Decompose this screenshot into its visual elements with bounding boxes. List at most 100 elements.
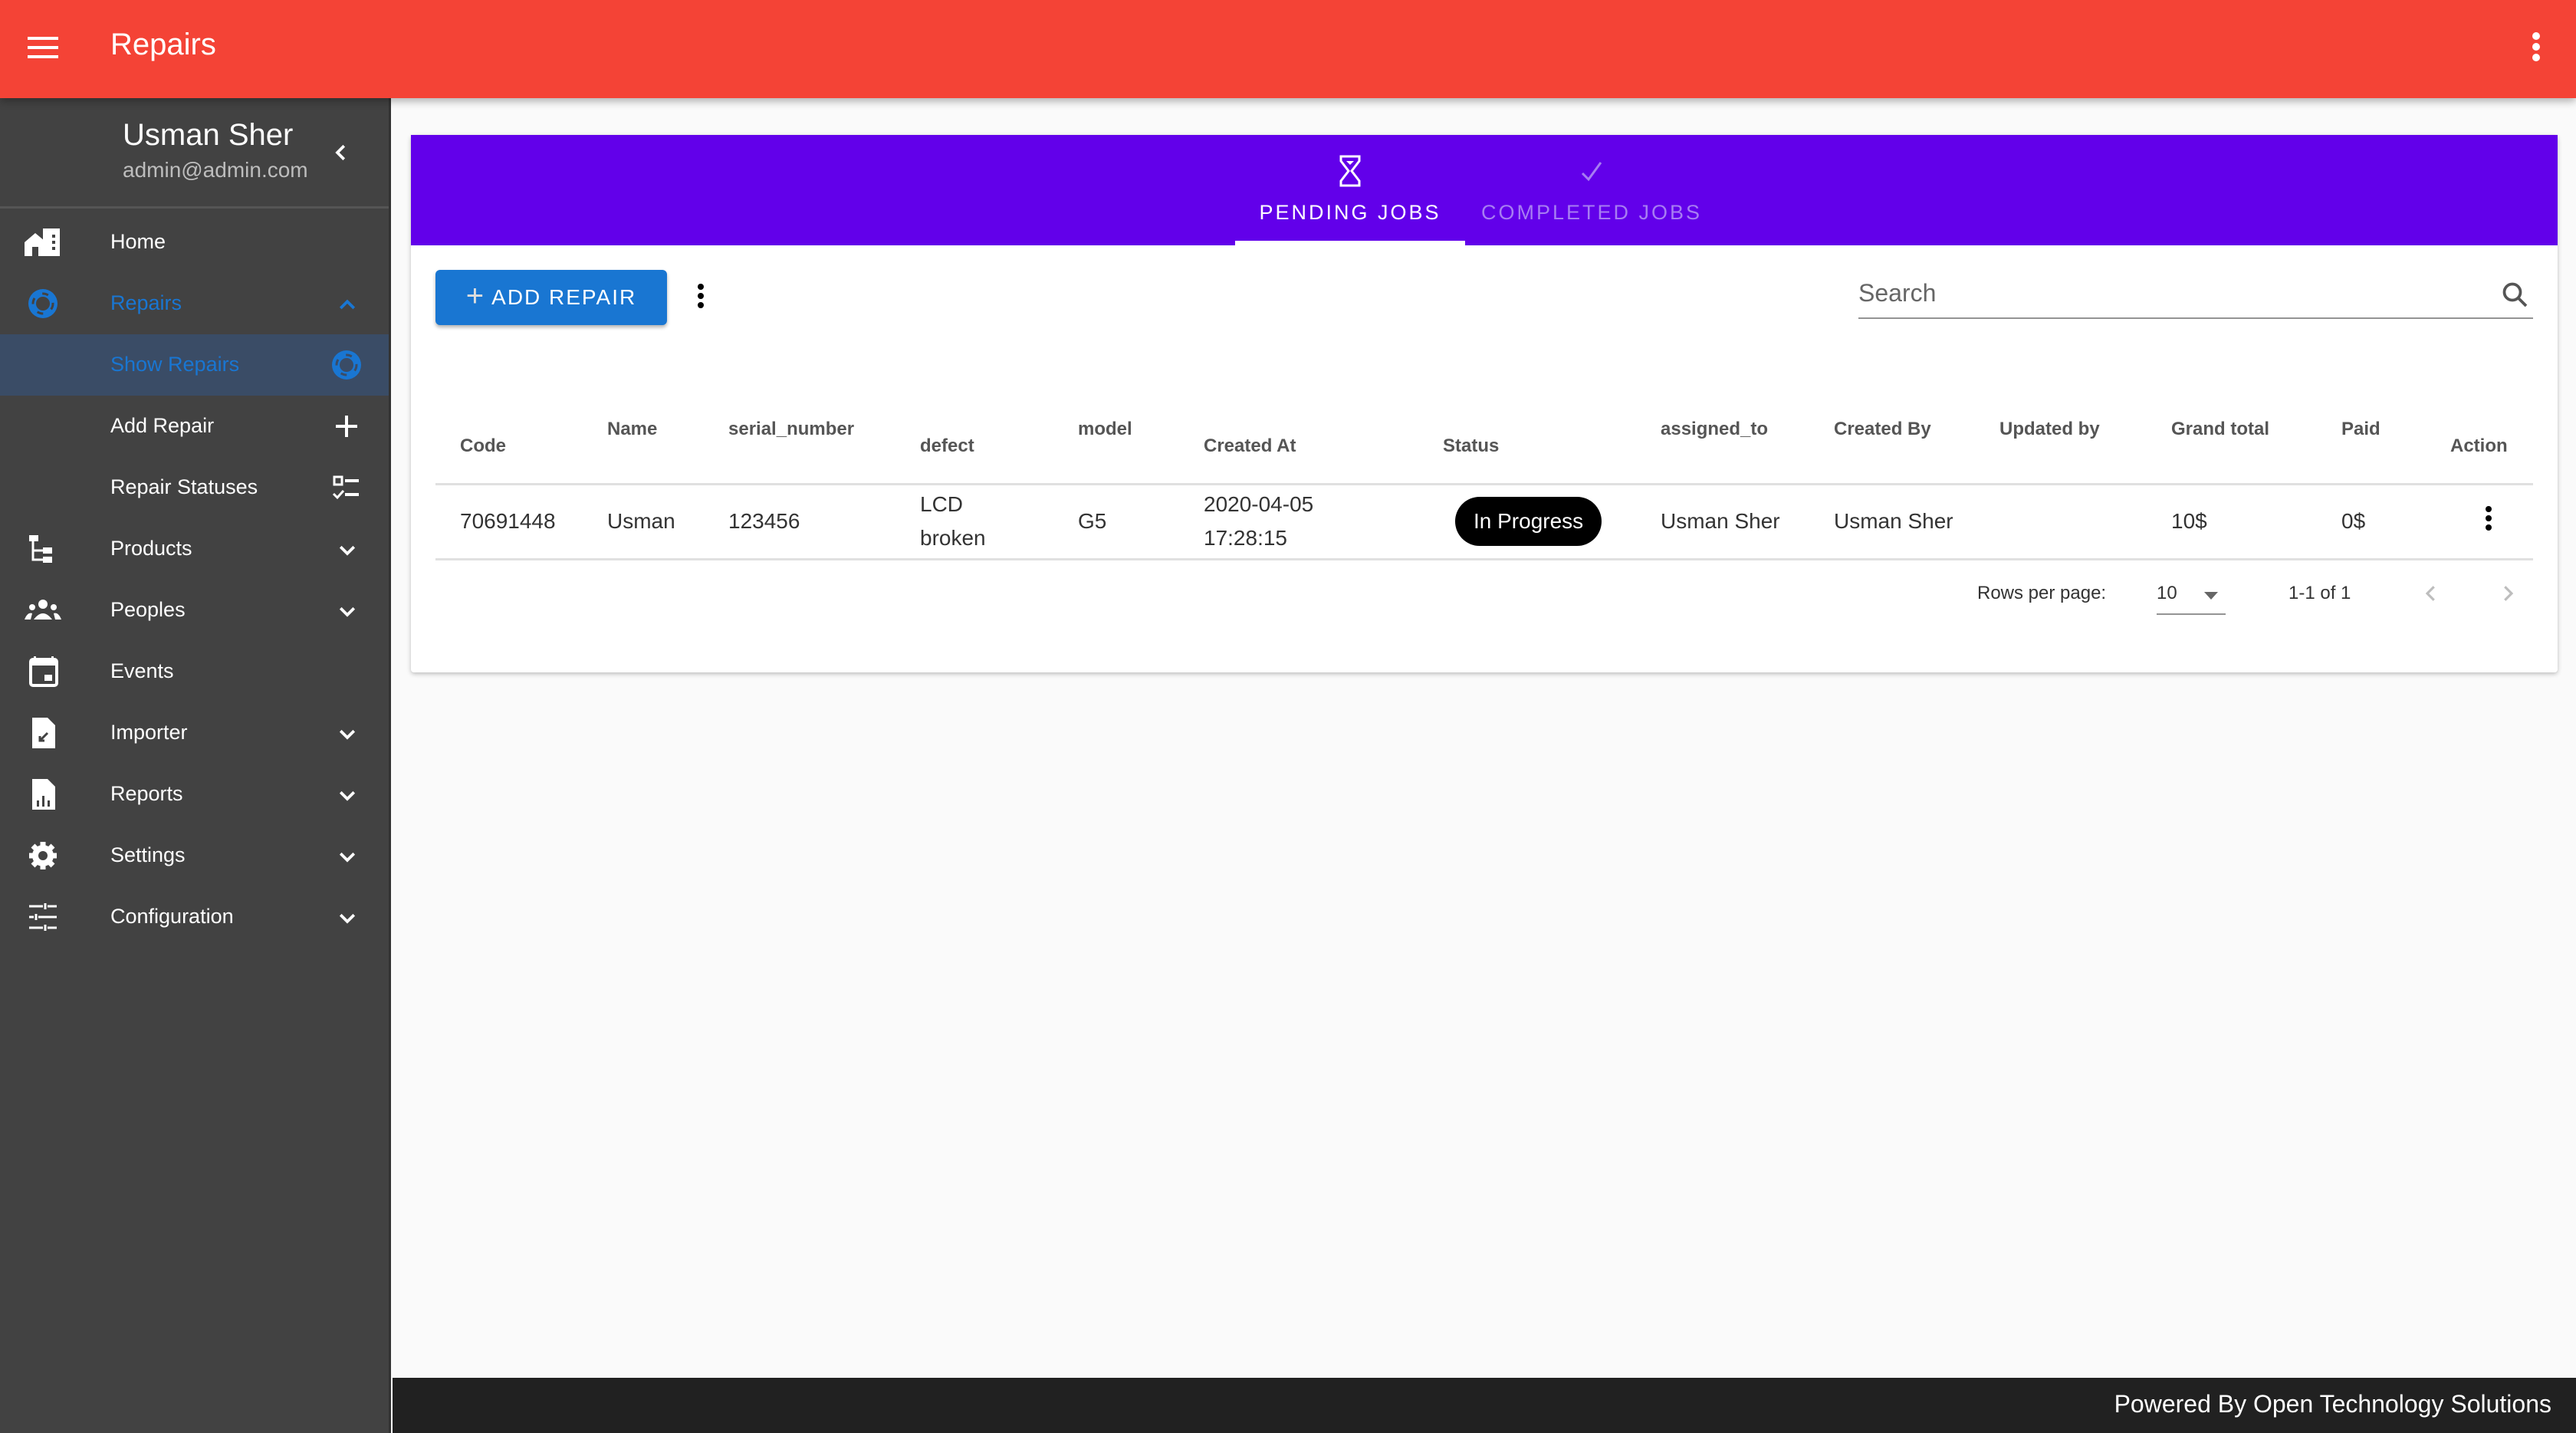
column-header-label: Code [460,435,506,456]
user-name: Usman Sher [123,118,294,152]
sidebar-item-label: Events [110,659,174,682]
sidebar-item-label: Importer [110,721,188,744]
chevron-down-icon [339,852,356,863]
lifebuoy-icon [332,350,361,380]
search-icon[interactable] [2501,281,2528,308]
column-header[interactable]: Created At [1179,350,1418,485]
app-bar: Repairs [0,0,2576,98]
column-header-label: Grand total [2171,418,2270,439]
column-header-label: Paid [2341,418,2380,439]
sidebar-item-settings[interactable]: Settings [0,825,389,886]
table-row[interactable]: 70691448 Usman 123456 LCD broken G5 2020-… [435,484,2533,560]
sidebar-item-home[interactable]: Home [0,212,389,273]
created-date: 2020-04-05 [1204,492,1314,516]
cell-serial-number: 123456 [704,484,895,560]
hamburger-icon [28,37,58,40]
file-tree-icon [29,535,52,563]
column-header[interactable]: Code [435,350,583,485]
more-vert-icon[interactable] [2481,506,2496,537]
sidebar-item-configuration[interactable]: Configuration [0,886,389,948]
column-header[interactable]: model [1053,350,1179,485]
sidebar-item-repair-statuses[interactable]: Repair Statuses [0,457,389,518]
chevron-down-icon [339,606,356,617]
cell-created-at: 2020-04-05 17:28:15 [1179,484,1418,560]
column-header[interactable]: Paid [2317,350,2426,485]
add-repair-button[interactable]: + ADD REPAIR [435,270,667,325]
check-icon [1581,162,1602,182]
sidebar-item-label: Configuration [110,905,234,928]
rows-per-page-select[interactable]: 10 [2157,575,2226,615]
user-profile: Usman Sher admin@admin.com [0,98,389,209]
column-header-label: Name [607,418,658,439]
table-header-row: Code Name serial_number defect model Cre… [435,350,2533,485]
chevron-left-icon[interactable] [2420,580,2443,607]
column-header-label: model [1078,418,1132,439]
cell-paid: 0$ [2317,484,2426,560]
page-title: Repairs [110,28,216,61]
sidebar-item-label: Home [110,230,166,253]
sidebar-item-importer[interactable]: Importer [0,702,389,764]
tab-bar: PENDING JOBS COMPLETED JOBS [411,135,2558,245]
column-header[interactable]: assigned_to [1636,350,1809,485]
file-chart-icon [32,779,55,810]
chevron-down-icon [339,790,356,801]
more-vert-icon[interactable] [2527,32,2545,66]
chevron-up-icon [339,299,356,310]
column-header-label: Action [2450,435,2508,456]
column-header[interactable]: defect [895,350,1053,485]
sidebar-item-show-repairs[interactable]: Show Repairs [0,334,389,396]
rows-per-page-label: Rows per page: [1977,583,2107,603]
status-badge: In Progress [1455,497,1602,546]
defect-line: broken [920,526,986,550]
column-header[interactable]: Name [583,350,704,485]
sidebar-item-label: Settings [110,843,186,866]
sidebar-item-peoples[interactable]: Peoples [0,580,389,641]
cell-created-by: Usman Sher [1809,484,1975,560]
column-header-label: defect [920,435,974,456]
sidebar-item-repairs[interactable]: Repairs [0,273,389,334]
active-tab-indicator [1235,241,1465,245]
plus-icon: + [465,279,486,313]
file-import-icon [32,718,55,748]
chevron-down-icon [339,913,356,924]
sidebar-item-reports[interactable]: Reports [0,764,389,825]
cell-defect: LCD broken [895,484,1053,560]
search-input[interactable] [1858,270,2472,316]
chevron-right-icon[interactable] [2496,580,2519,607]
lifebuoy-icon [28,289,58,318]
column-header-label: serial_number [728,418,855,439]
column-header-label: Status [1443,435,1500,456]
footer: Powered By Open Technology Solutions [393,1378,2576,1433]
user-email: admin@admin.com [123,158,308,182]
sidebar-item-add-repair[interactable]: Add Repair [0,396,389,457]
sidebar-item-events[interactable]: Events [0,641,389,702]
sidebar-item-products[interactable]: Products [0,518,389,580]
column-header-label: Updated by [1999,418,2100,439]
chevron-left-icon[interactable] [330,141,353,164]
pagination: Rows per page: 10 1-1 of 1 [411,572,2558,633]
tab-completed-jobs[interactable]: COMPLETED JOBS [1465,135,1718,245]
column-header[interactable]: Updated by [1975,350,2147,485]
checklist-icon [332,475,359,500]
search-field [1858,270,2533,319]
repairs-table: Code Name serial_number defect model Cre… [435,350,2533,560]
tab-pending-jobs[interactable]: PENDING JOBS [1235,135,1465,245]
dropdown-arrow-icon [2204,592,2218,600]
column-header[interactable]: Grand total [2147,350,2317,485]
column-header[interactable]: Created By [1809,350,1975,485]
sidebar-item-label: Peoples [110,598,186,621]
column-header[interactable]: serial_number [704,350,895,485]
more-vert-icon[interactable] [693,284,708,314]
sidebar-item-label: Repair Statuses [110,475,258,498]
column-header-label: Created At [1204,435,1296,456]
home-city-icon [25,228,60,256]
sidebar-item-label: Reports [110,782,183,805]
hamburger-menu-button[interactable] [28,37,58,60]
column-header-label: Created By [1834,418,1931,439]
hamburger-icon-bar [28,55,58,58]
cell-code: 70691448 [435,484,583,560]
column-header[interactable]: Status [1418,350,1636,485]
sidebar-item-label: Repairs [110,291,182,314]
repairs-card: PENDING JOBS COMPLETED JOBS + ADD REPAIR… [411,135,2558,672]
hourglass-icon [1339,155,1361,187]
